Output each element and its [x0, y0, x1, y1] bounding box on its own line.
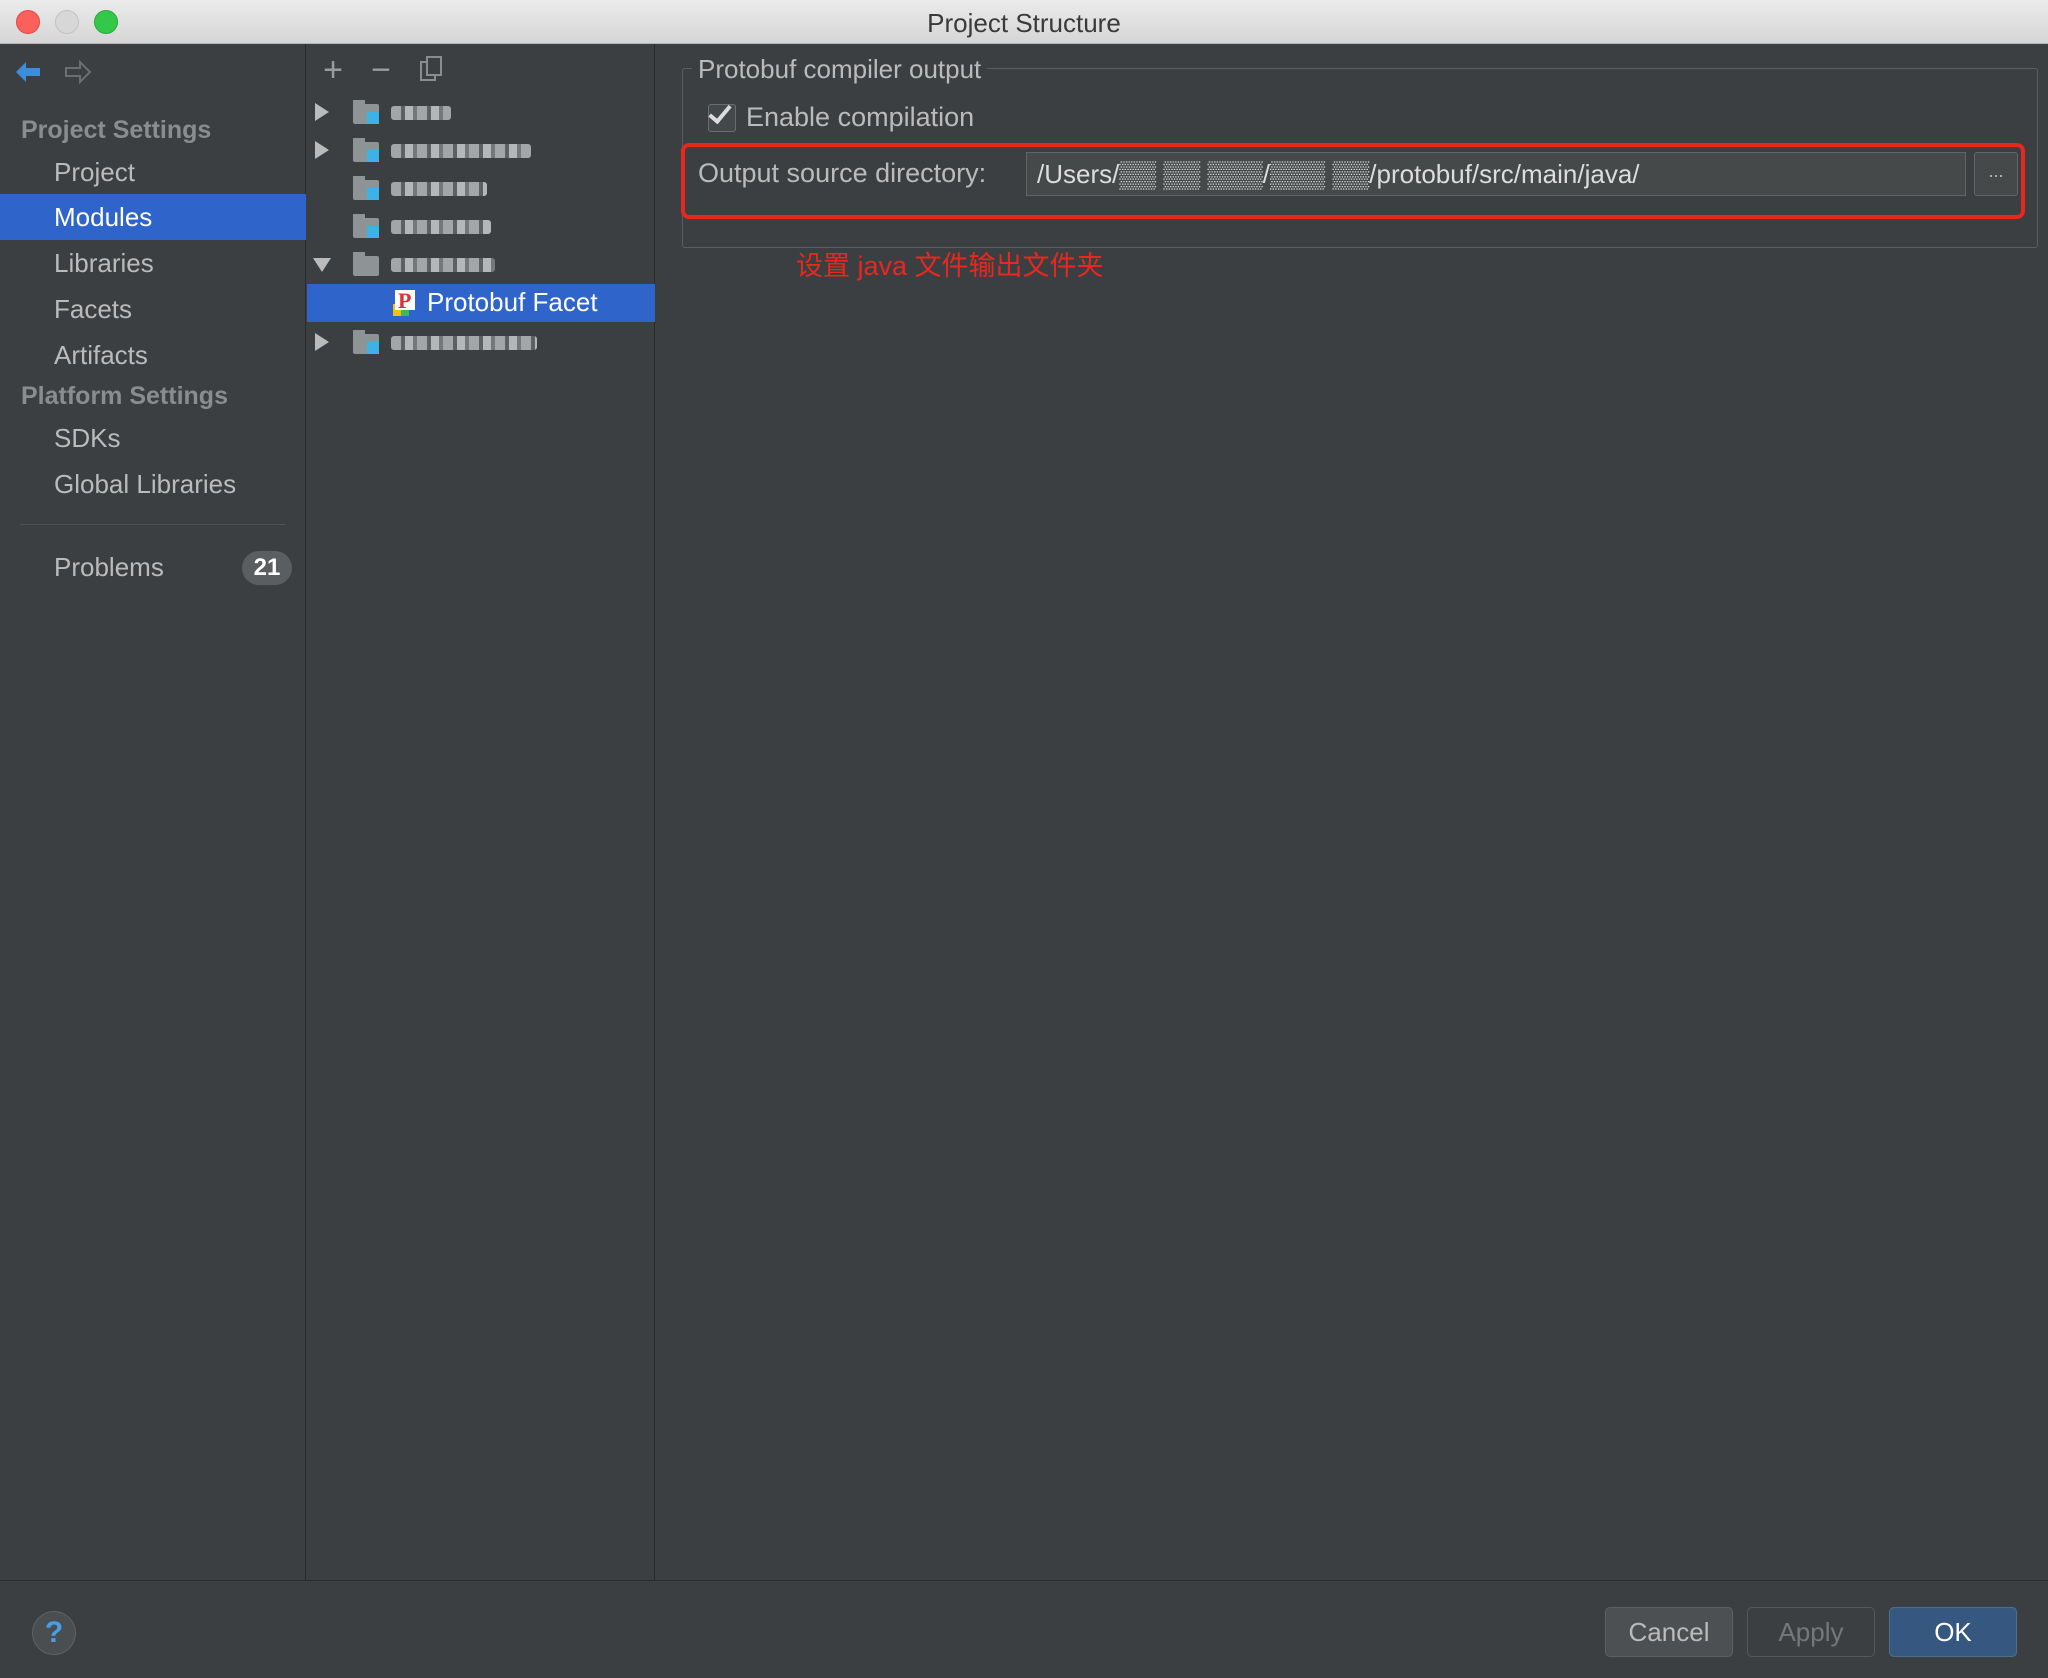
tree-row-module[interactable] — [307, 324, 655, 362]
nav-divider — [20, 524, 286, 525]
nav-item-global-libraries[interactable]: Global Libraries — [0, 461, 306, 507]
add-icon[interactable]: + — [317, 53, 349, 87]
settings-sidebar: Project Settings Project Modules Librari… — [0, 44, 306, 1580]
nav-item-problems[interactable]: Problems 21 — [0, 544, 306, 590]
nav-item-sdks[interactable]: SDKs — [0, 415, 306, 461]
tree-row-module-expanded[interactable] — [307, 246, 655, 284]
module-folder-icon — [353, 138, 381, 162]
expand-arrow-icon[interactable] — [315, 333, 329, 351]
nav-item-modules[interactable]: Modules — [0, 194, 306, 240]
ok-button[interactable]: OK — [1889, 1607, 2017, 1657]
apply-button[interactable]: Apply — [1747, 1607, 1875, 1657]
platform-settings-header: Platform Settings — [21, 382, 228, 410]
facet-settings-panel: Protobuf compiler output Enable compilat… — [656, 44, 2048, 1580]
cancel-button[interactable]: Cancel — [1605, 1607, 1733, 1657]
enable-compilation-label[interactable]: Enable compilation — [746, 102, 974, 133]
tree-row-module[interactable] — [307, 170, 655, 208]
expand-arrow-icon[interactable] — [315, 141, 329, 159]
annotation-text: 设置 java 文件输出文件夹 — [796, 251, 1104, 281]
title-bar: Project Structure — [0, 0, 2048, 44]
nav-item-artifacts[interactable]: Artifacts — [0, 332, 306, 378]
nav-item-libraries[interactable]: Libraries — [0, 240, 306, 286]
tree-row-protobuf-facet[interactable]: P Protobuf Facet — [307, 284, 655, 322]
group-title: Protobuf compiler output — [692, 54, 988, 85]
svg-text:P: P — [398, 288, 411, 313]
redacted-module-name — [391, 336, 537, 350]
problems-count-badge: 21 — [242, 551, 292, 585]
redacted-module-name — [391, 182, 487, 196]
output-dir-input[interactable]: /Users/▒▒ ▒▒ ▒▒▒/▒▒▒ ▒▒/protobuf/src/mai… — [1026, 152, 1966, 196]
module-folder-icon — [353, 100, 381, 124]
tree-row-module[interactable] — [307, 208, 655, 246]
redacted-module-name — [391, 144, 531, 158]
output-dir-label: Output source directory: — [698, 158, 987, 188]
help-button[interactable]: ? — [32, 1611, 76, 1655]
problems-label: Problems — [54, 552, 164, 582]
tree-row-module[interactable] — [307, 132, 655, 170]
module-tree-panel: + − P Protobuf Facet — [307, 44, 655, 1580]
expand-arrow-icon[interactable] — [315, 103, 329, 121]
checkmark-icon — [708, 99, 732, 125]
module-folder-icon — [353, 176, 381, 200]
window-title: Project Structure — [927, 8, 1121, 38]
redacted-module-name — [391, 220, 491, 234]
forward-arrow-icon[interactable] — [62, 56, 94, 88]
dialog-footer: ? Cancel Apply OK — [0, 1580, 2048, 1678]
protobuf-facet-icon: P — [393, 288, 415, 316]
project-settings-header: Project Settings — [21, 116, 212, 144]
copy-icon[interactable] — [415, 54, 447, 86]
nav-item-facets[interactable]: Facets — [0, 286, 306, 332]
redacted-module-name — [391, 258, 495, 272]
module-folder-icon — [353, 252, 381, 276]
protobuf-facet-label: Protobuf Facet — [427, 287, 598, 317]
nav-item-project[interactable]: Project — [0, 149, 306, 195]
collapse-arrow-icon[interactable] — [313, 258, 331, 272]
back-arrow-icon[interactable] — [12, 56, 44, 88]
redacted-module-name — [391, 106, 451, 120]
browse-button[interactable]: ... — [1974, 152, 2018, 196]
module-folder-icon — [353, 214, 381, 238]
module-folder-icon — [353, 330, 381, 354]
remove-icon[interactable]: − — [365, 53, 397, 87]
tree-row-module[interactable] — [307, 94, 655, 132]
enable-compilation-checkbox[interactable] — [708, 99, 736, 132]
